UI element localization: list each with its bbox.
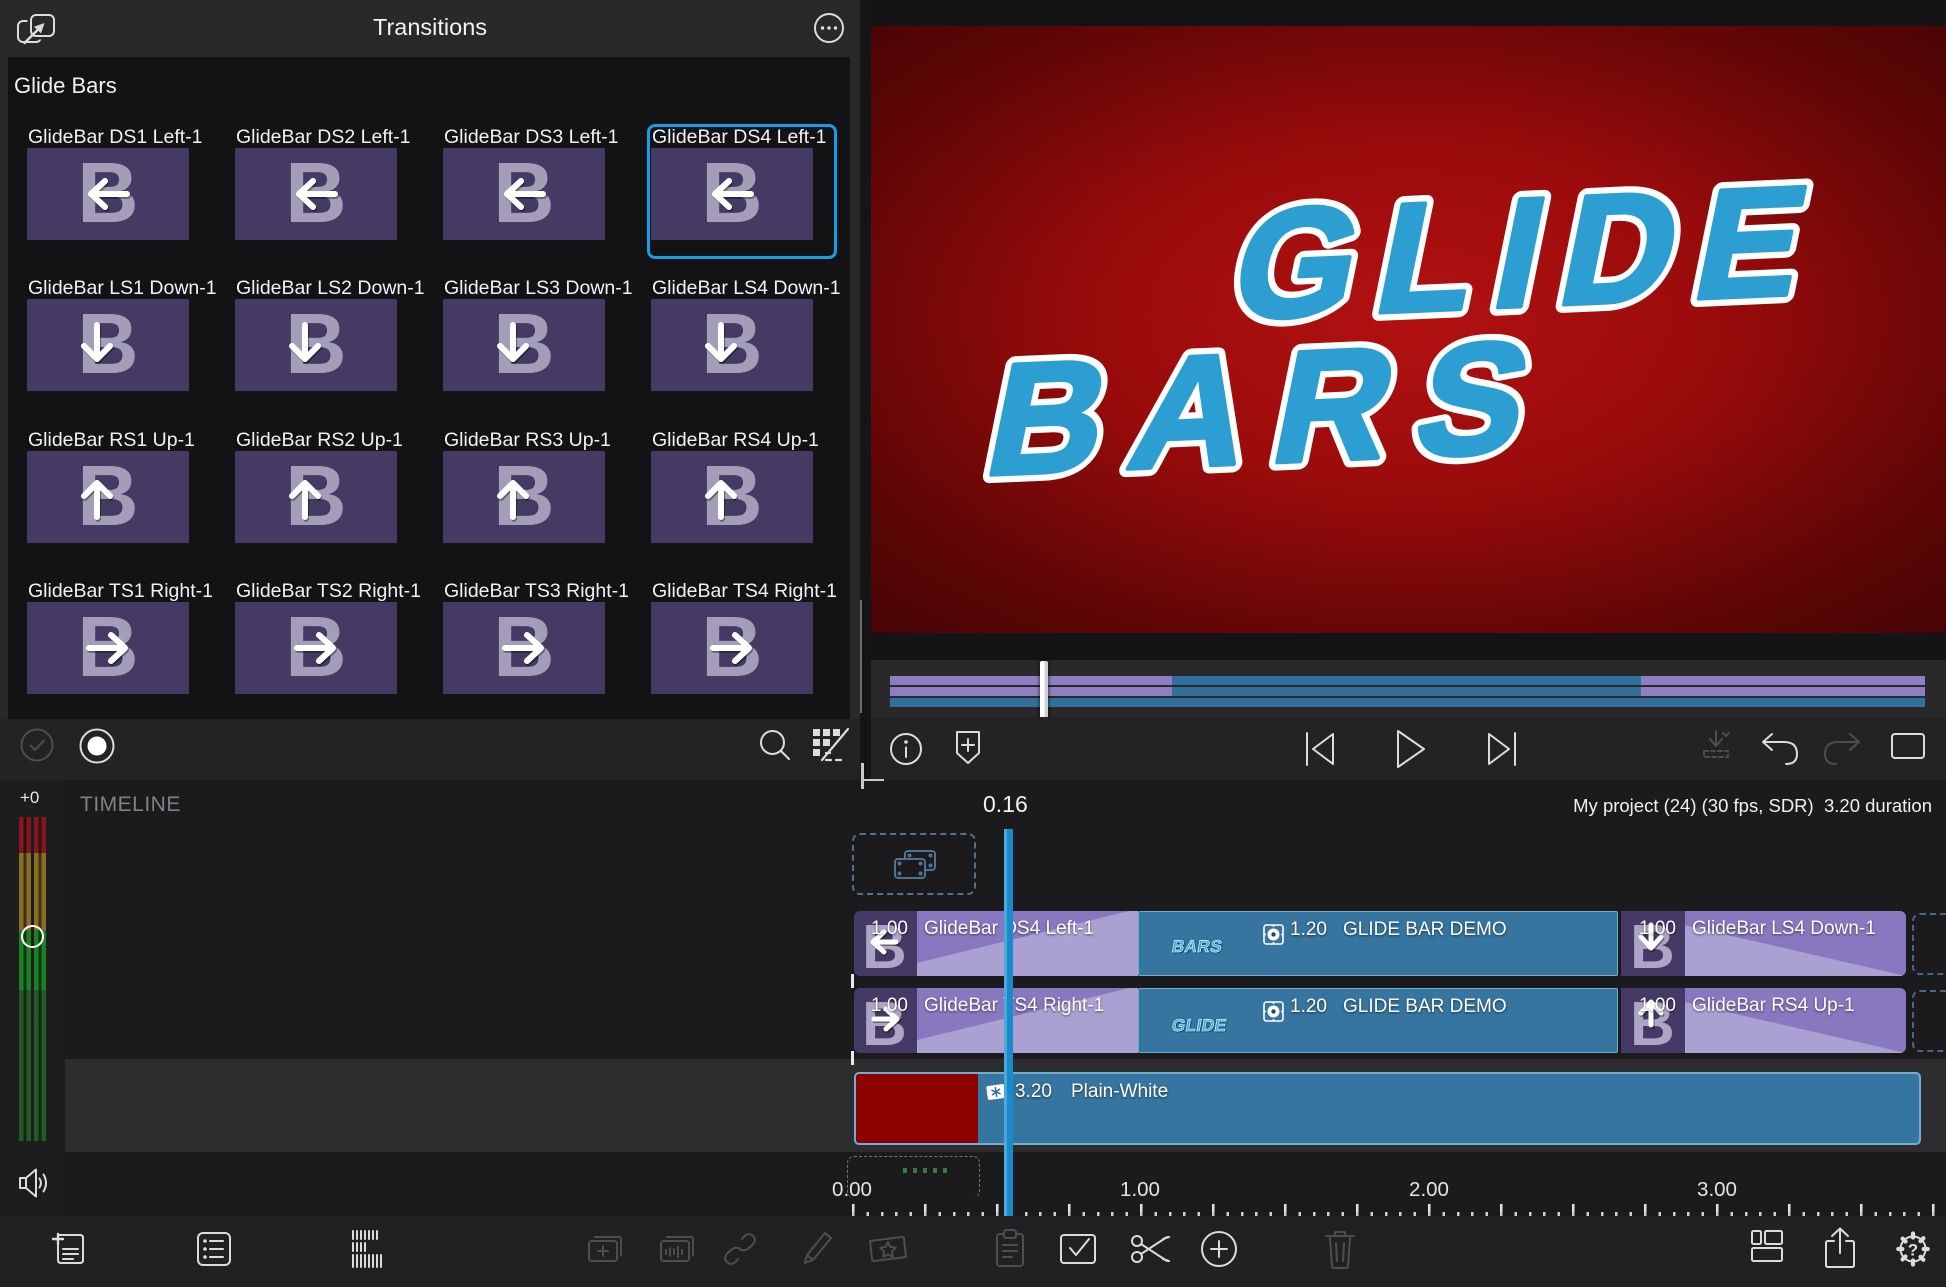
svg-text:BARS: BARS	[974, 306, 1573, 509]
svg-text:?: ?	[1908, 1241, 1918, 1260]
